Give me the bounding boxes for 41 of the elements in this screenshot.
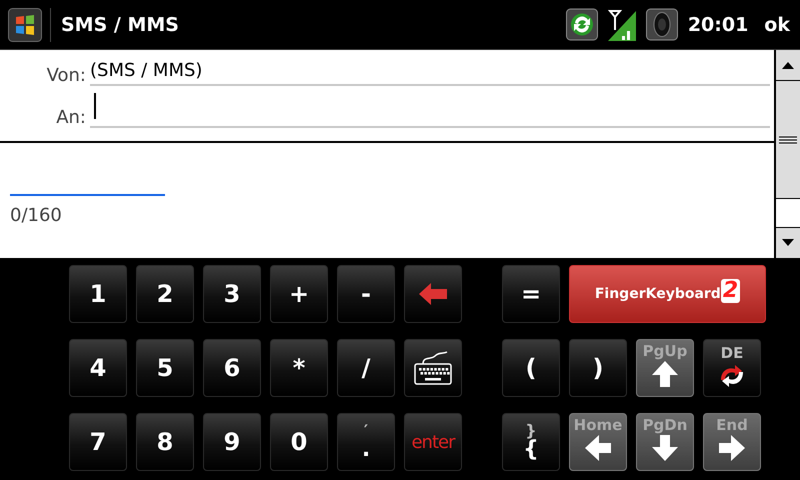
enter-key[interactable]: enter xyxy=(404,413,462,471)
key[interactable]: 2 xyxy=(136,265,194,323)
character-counter: 0/160 xyxy=(10,205,62,226)
scroll-up-icon[interactable] xyxy=(782,61,794,69)
grip-icon[interactable] xyxy=(779,136,797,144)
field-label: An: xyxy=(55,107,87,128)
key[interactable]: 7 xyxy=(69,413,127,471)
key[interactable]: 5 xyxy=(136,339,194,397)
signal-icon[interactable] xyxy=(606,8,638,42)
sync-icon[interactable] xyxy=(566,8,598,42)
key[interactable]: - xyxy=(337,265,395,323)
window-title: SMS / MMS xyxy=(61,14,180,36)
key[interactable]: + xyxy=(270,265,328,323)
key[interactable]: ( xyxy=(502,339,560,397)
key[interactable]: * xyxy=(270,339,328,397)
keyboard-icon xyxy=(413,350,453,386)
language-key[interactable]: DE xyxy=(703,339,761,397)
brand-key[interactable]: FingerKeyboard 2 xyxy=(569,265,766,323)
key[interactable]: 1 xyxy=(69,265,127,323)
key[interactable]: 8 xyxy=(136,413,194,471)
key[interactable]: 6 xyxy=(203,339,261,397)
key[interactable]: 4 xyxy=(69,339,127,397)
speaker-icon[interactable] xyxy=(646,8,678,42)
scrollbar[interactable] xyxy=(774,50,800,258)
key[interactable]: / xyxy=(337,339,395,397)
key[interactable]: } { xyxy=(502,413,560,471)
key[interactable]: = xyxy=(502,265,560,323)
arrow-icon xyxy=(418,281,448,307)
key[interactable]: ) xyxy=(569,339,627,397)
start-icon[interactable] xyxy=(8,8,42,42)
scroll-down-icon[interactable] xyxy=(782,239,794,247)
input-field[interactable]: (SMS / MMS) xyxy=(90,56,770,86)
keyboard-key[interactable] xyxy=(404,339,462,397)
clock-time: 20:01 xyxy=(688,14,748,36)
key[interactable]: 9 xyxy=(203,413,261,471)
ok-button[interactable]: ok xyxy=(764,14,790,36)
key[interactable]: 3 xyxy=(203,265,261,323)
key[interactable]: ′ . xyxy=(337,413,395,471)
key[interactable]: 0 xyxy=(270,413,328,471)
field-label: Von: xyxy=(46,65,87,86)
backspace-key[interactable] xyxy=(404,265,462,323)
